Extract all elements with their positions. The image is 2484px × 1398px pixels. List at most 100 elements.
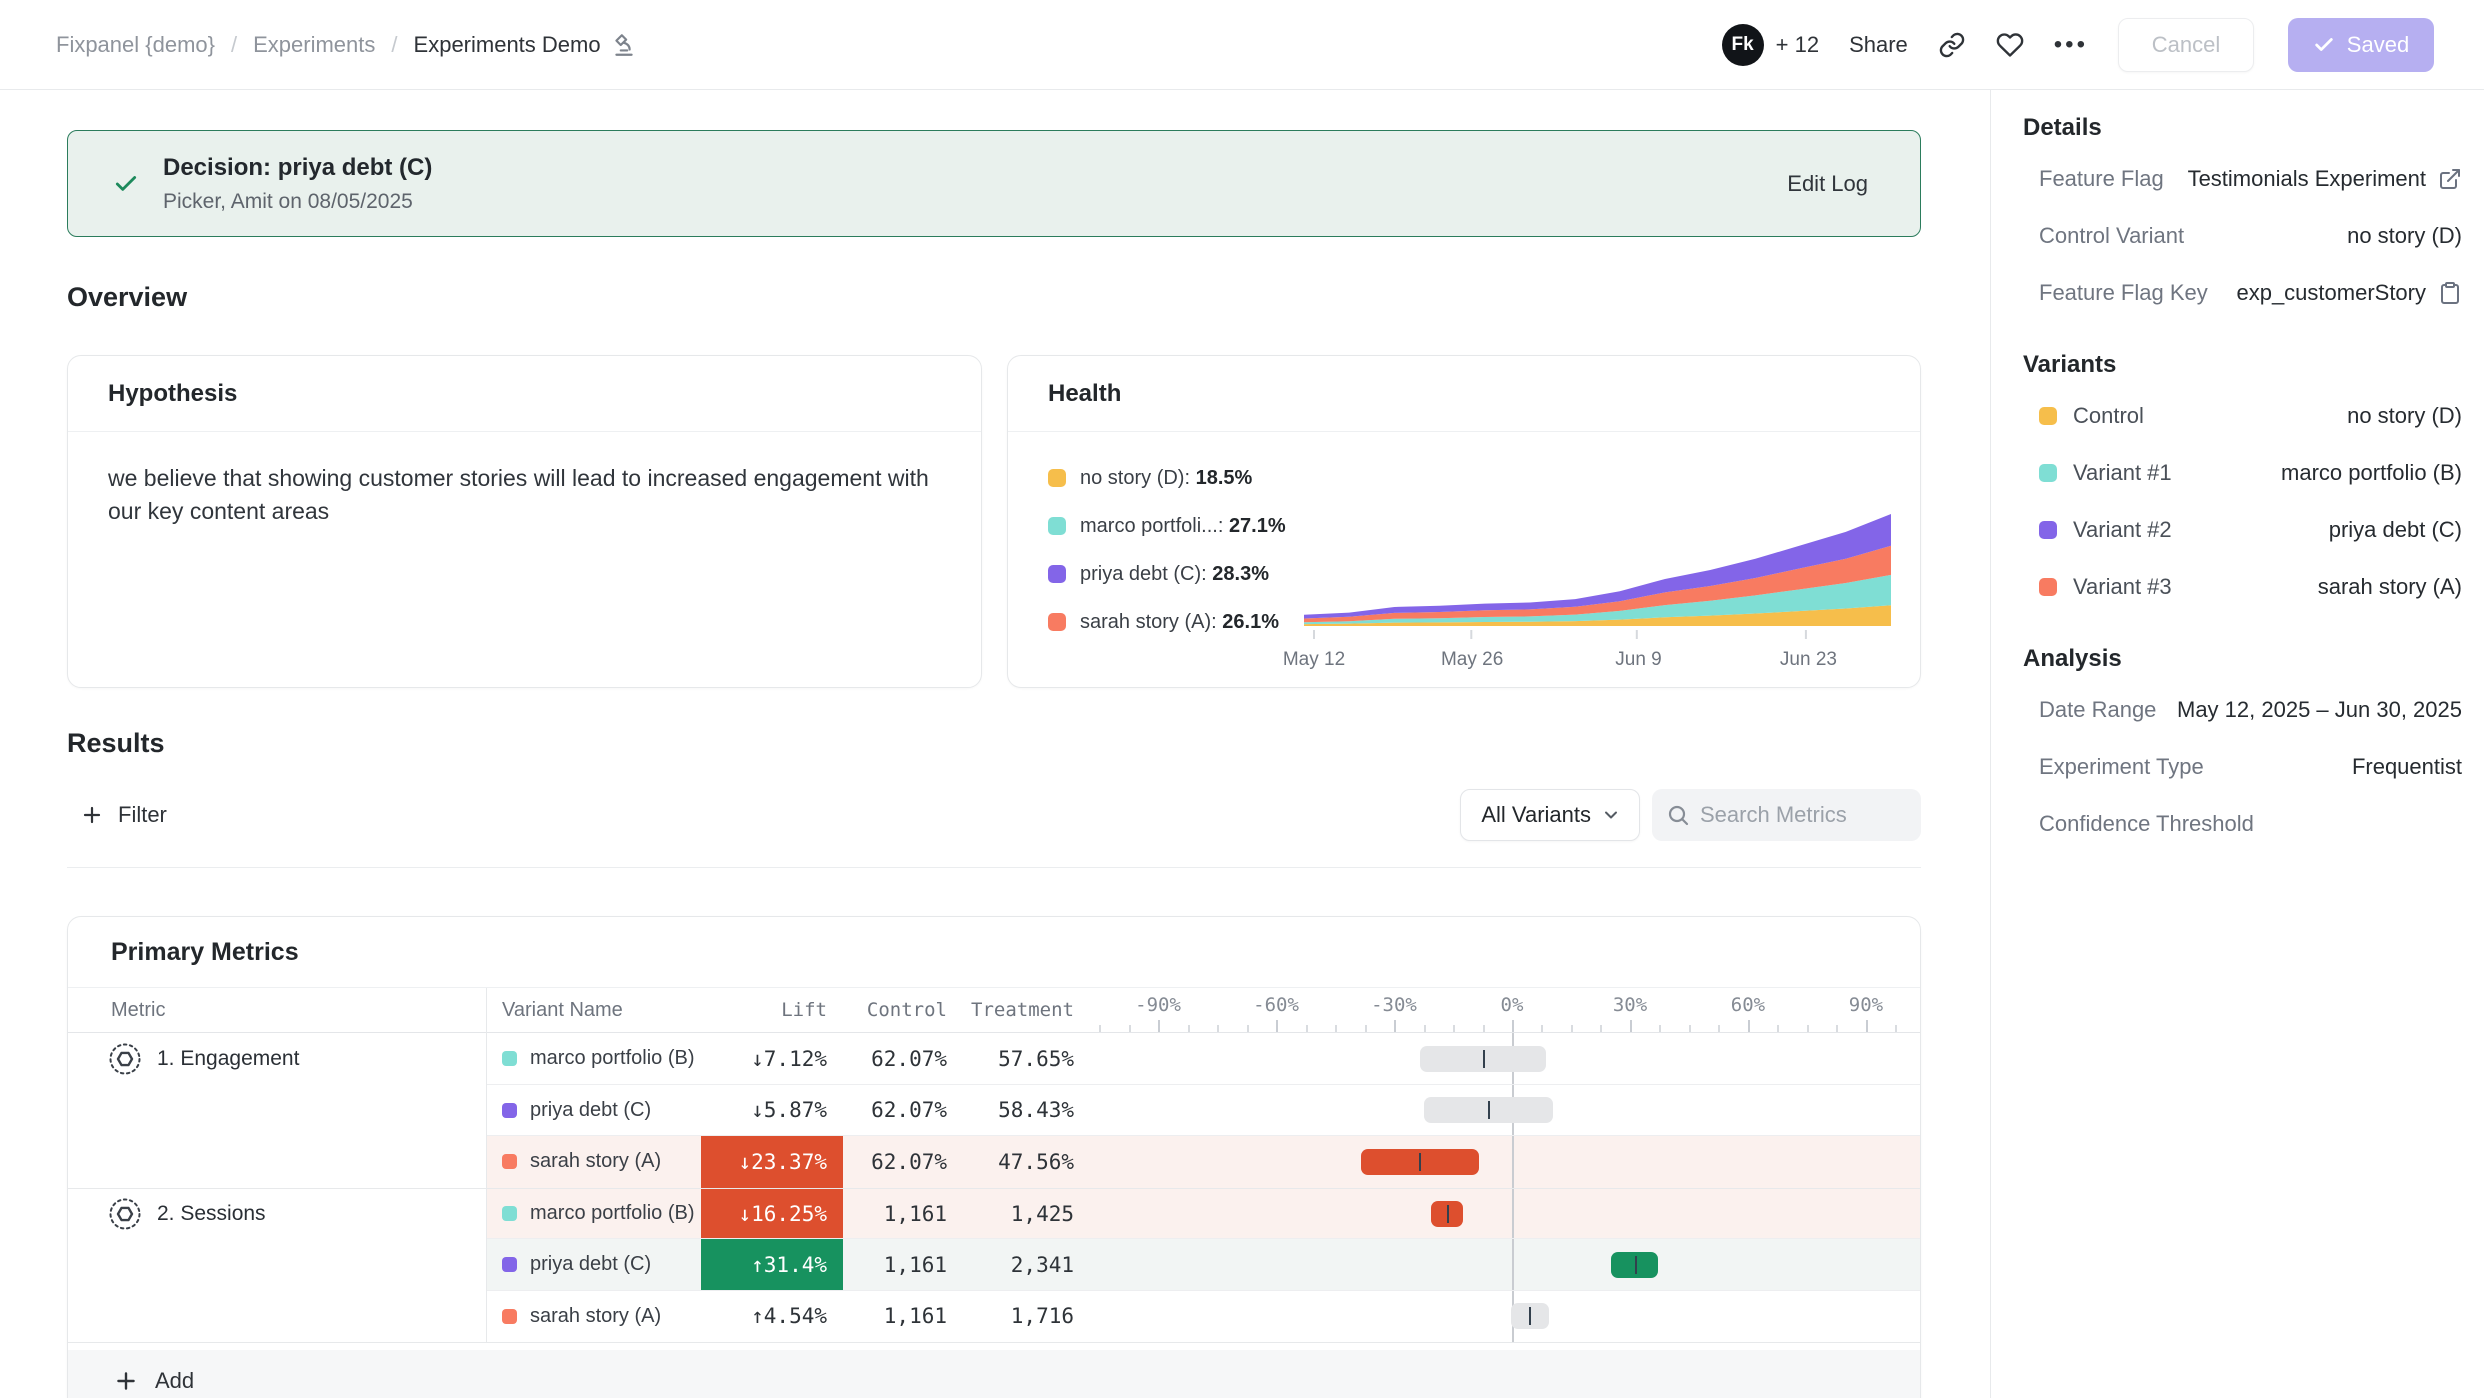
variant-color-chip [2039,578,2057,596]
sidebar-row-value: no story (D) [2347,403,2462,429]
ruler-tick [1099,1025,1101,1032]
health-stacked-area-chart: May 12May 26Jun 9Jun 23 [1304,514,1894,679]
metric-cell [68,1085,486,1137]
breadcrumb-experiments[interactable]: Experiments [253,32,375,58]
primary-metrics-title: Primary Metrics [111,938,299,967]
sidebar-value-text: sarah story (A) [2318,574,2462,600]
metric-cell: 2. Sessions [68,1189,486,1240]
share-button[interactable]: Share [1849,32,1908,58]
legend-label: priya debt (C): 28.3% [1080,563,1269,586]
sidebar-row-label: Control [2073,403,2144,429]
sidebar-row: Date RangeMay 12, 2025 – Jun 30, 2025 [2023,681,2462,738]
sidebar-row-label: Feature Flag [2039,166,2164,192]
table-row: priya debt (C)↑31.4%1,1612,341 [68,1239,1920,1291]
lift-cell: ↓7.12% [701,1033,843,1085]
ci-point-marker [1483,1050,1485,1068]
table-row: 1. Engagementmarco portfolio (B)↓7.12%62… [68,1033,1920,1085]
filter-label: Filter [118,802,167,828]
ruler-tick [1836,1025,1838,1032]
ci-chart-cell [1090,1189,1921,1240]
col-header-treatment: Treatment [963,988,1090,1032]
more-options-button[interactable]: ••• [2054,31,2088,59]
variant-color-chip [502,1309,517,1324]
variant-color-chip [502,1206,517,1221]
sidebar-row: Confidence Threshold [2023,795,2462,852]
treatment-cell: 1,425 [963,1189,1090,1240]
plus-icon [80,803,104,827]
ruler-tick [1424,1025,1426,1032]
ci-axis-ruler: -90%-60%-30%0%30%60%90% [1090,988,1921,1032]
variant-color-chip [502,1051,517,1066]
metric-cell [68,1239,486,1291]
variant-color-chip [2039,521,2057,539]
decision-check-icon [113,171,139,197]
sidebar-value-text: May 12, 2025 – Jun 30, 2025 [2177,697,2462,723]
breadcrumb-separator: / [231,32,237,58]
hypothesis-card: Hypothesis we believe that showing custo… [67,355,982,688]
breadcrumb: Fixpanel {demo} / Experiments / Experime… [56,32,637,58]
variants-section: Variants Controlno story (D)Variant #1ma… [2023,343,2462,615]
collaborator-count[interactable]: + 12 [1776,32,1819,58]
variant-cell: priya debt (C) [486,1085,701,1137]
health-title: Health [1048,380,1121,408]
sidebar-row-left: Variant #2 [2039,517,2172,543]
chevron-down-icon [1601,805,1621,825]
search-metrics-input[interactable] [1652,789,1921,841]
ruler-tick [1129,1025,1131,1032]
metric-cell [68,1291,486,1343]
copy-link-icon[interactable] [1938,31,1966,59]
analysis-section: Analysis Date RangeMay 12, 2025 – Jun 30… [2023,637,2462,852]
cancel-button[interactable]: Cancel [2118,18,2254,72]
saved-button[interactable]: Saved [2288,18,2434,72]
x-axis-label: Jun 23 [1780,649,1837,671]
sidebar-row-value: exp_customerStory [2236,280,2462,306]
add-filter-button[interactable]: Filter [67,802,167,828]
edit-log-button[interactable]: Edit Log [1787,171,1868,197]
ci-chart-cell [1090,1239,1921,1291]
table-row: priya debt (C)↓5.87%62.07%58.43% [68,1085,1920,1137]
treatment-cell: 2,341 [963,1239,1090,1291]
clipboard-icon[interactable] [2438,281,2462,305]
page-title: Experiments Demo [414,32,601,58]
variant-cell: sarah story (A) [486,1291,701,1343]
header-actions: Fk + 12 Share ••• Cancel Saved [1722,18,2434,72]
ci-point-marker [1447,1205,1449,1223]
variant-name: sarah story (A) [530,1305,661,1328]
sidebar-row-value: sarah story (A) [2318,574,2462,600]
variants-dropdown[interactable]: All Variants [1460,789,1640,841]
ruler-tick [1630,1020,1632,1032]
ruler-tick [1188,1025,1190,1032]
ruler-tick [1247,1025,1249,1032]
ruler-tick [1659,1025,1661,1032]
top-header: Fixpanel {demo} / Experiments / Experime… [0,0,2484,90]
metric-cell: 1. Engagement [68,1033,486,1085]
analysis-rows: Date RangeMay 12, 2025 – Jun 30, 2025Exp… [2023,681,2462,852]
variant-color-chip [502,1103,517,1118]
legend-value: 18.5% [1196,467,1253,489]
avatar[interactable]: Fk [1722,24,1764,66]
search-metrics [1652,789,1921,841]
ruler-tick [1689,1025,1691,1032]
main-content: Decision: priya debt (C) Picker, Amit on… [0,90,1990,1398]
sidebar-row: Control Variantno story (D) [2023,207,2462,264]
decision-banner: Decision: priya debt (C) Picker, Amit on… [67,130,1921,237]
favorite-heart-icon[interactable] [1996,31,2024,59]
hypothesis-card-header: Hypothesis [68,356,981,432]
add-metric-label: Add [155,1368,194,1394]
variant-name: priya debt (C) [530,1099,651,1122]
breadcrumb-project[interactable]: Fixpanel {demo} [56,32,215,58]
zero-line [1512,1239,1514,1291]
variant-name: priya debt (C) [530,1253,651,1276]
ci-chart-cell [1090,1085,1921,1137]
sidebar-row-left: Variant #3 [2039,574,2172,600]
saved-label: Saved [2347,32,2409,58]
external-link-icon[interactable] [2438,167,2462,191]
ruler-tick [1866,1020,1868,1032]
breadcrumb-current: Experiments Demo [414,32,637,58]
variants-rows: Controlno story (D)Variant #1marco portf… [2023,387,2462,615]
decision-title: Decision: priya debt (C) [163,154,432,182]
variant-color-chip [2039,407,2057,425]
add-metric-button[interactable]: Add [68,1350,1920,1398]
ruler-tick [1306,1025,1308,1032]
variant-name: marco portfolio (B) [530,1047,695,1070]
